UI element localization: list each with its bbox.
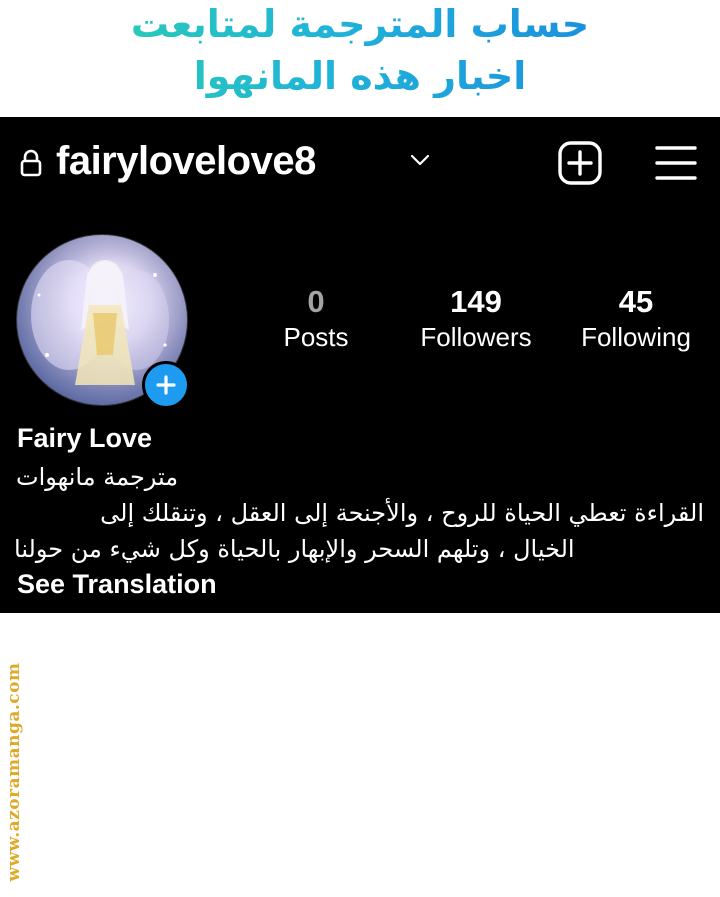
posts-value: 0 <box>307 284 325 319</box>
lock-icon <box>20 149 42 177</box>
menu-icon[interactable] <box>654 143 698 183</box>
following-label: Following <box>581 322 691 352</box>
bio-line-1: القراءة تعطي الحياة للروح ، والأجنحة إلى… <box>100 499 704 527</box>
posts-label: Posts <box>283 322 349 352</box>
add-story-button[interactable] <box>142 361 190 409</box>
followers-value: 149 <box>450 284 502 319</box>
following-value: 45 <box>618 284 654 319</box>
add-post-icon[interactable] <box>557 140 603 186</box>
following-count[interactable]: 45 Following <box>566 284 706 354</box>
chevron-down-icon[interactable] <box>409 153 431 167</box>
posts-count[interactable]: 0 Posts <box>266 284 366 354</box>
bio-line-2: الخيال ، وتلهم السحر والإبهار بالحياة وك… <box>14 535 575 563</box>
profile-avatar-container[interactable] <box>16 234 190 409</box>
banner-line-2: اخبار هذه المانهوا <box>0 54 720 98</box>
see-translation-link[interactable]: See Translation <box>17 569 217 600</box>
followers-label: Followers <box>420 322 532 352</box>
site-watermark: www.azoramanga.com <box>4 662 24 882</box>
banner-line-1: حساب المترجمة لمتابعت <box>0 2 720 46</box>
instagram-profile-screen: fairylovelove8 0 Posts 149 Followers 45 … <box>0 117 720 613</box>
followers-count[interactable]: 149 Followers <box>408 284 544 354</box>
display-name: Fairy Love <box>17 423 153 453</box>
plus-icon <box>156 375 176 395</box>
username-switcher[interactable]: fairylovelove8 <box>56 139 316 184</box>
profile-top-bar: fairylovelove8 <box>0 137 720 189</box>
bio-role: مترجمة مانهوات <box>16 463 179 491</box>
promo-banner: حساب المترجمة لمتابعت اخبار هذه المانهوا <box>0 0 720 117</box>
